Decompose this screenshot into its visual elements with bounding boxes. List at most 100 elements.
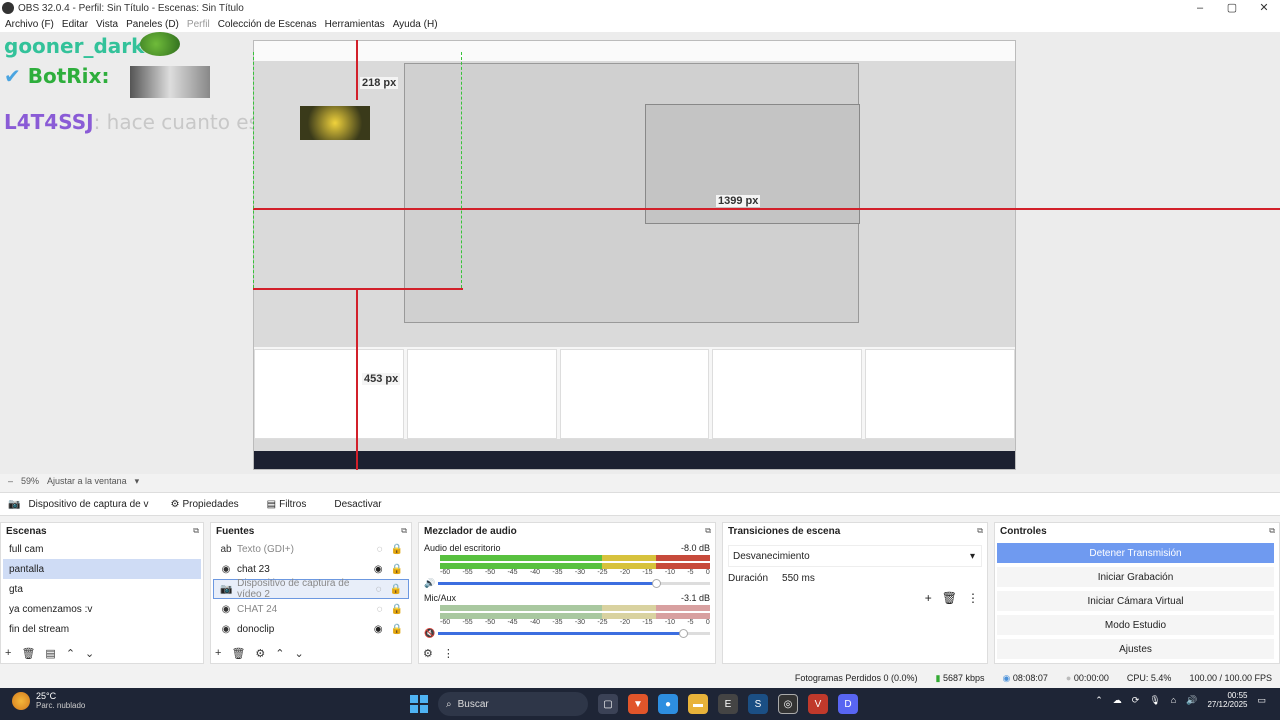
- remove-scene-icon[interactable]: 🗑: [21, 647, 35, 660]
- source-item[interactable]: ◉ chat 23 ◉ 🔒: [213, 559, 409, 579]
- zoom-dropdown-icon[interactable]: ▾: [135, 476, 140, 487]
- eye-icon[interactable]: ◉: [374, 564, 383, 575]
- lock-icon[interactable]: 🔒: [391, 624, 403, 635]
- scene-item[interactable]: fin del stream: [3, 619, 201, 639]
- lock-icon[interactable]: 🔒: [391, 544, 403, 555]
- chrome-icon[interactable]: ●: [658, 694, 678, 714]
- move-down-icon[interactable]: ⌄: [85, 647, 94, 660]
- add-scene-icon[interactable]: +: [5, 647, 11, 660]
- volume-slider[interactable]: [438, 629, 710, 638]
- studio-mode-button[interactable]: Modo Estudio: [997, 615, 1274, 635]
- px-label-top: 218 px: [360, 77, 399, 89]
- browser-icon: ◉: [221, 563, 231, 575]
- move-up-icon[interactable]: ⌃: [275, 647, 284, 660]
- brave-icon[interactable]: ▼: [628, 694, 648, 714]
- discord-icon[interactable]: D: [838, 694, 858, 714]
- source-item[interactable]: ab Texto (GDI+) ◌ 🔒: [213, 539, 409, 559]
- epic-games-icon[interactable]: E: [718, 694, 738, 714]
- notification-icon[interactable]: ▭: [1257, 695, 1266, 706]
- zoom-fit[interactable]: Ajustar a la ventana: [47, 476, 127, 486]
- source-properties-icon[interactable]: ⚙: [255, 647, 265, 660]
- source-item[interactable]: ◉ CHAT 24 ◌ 🔒: [213, 599, 409, 619]
- menu-bar: Archivo (F) Editar Vista Paneles (D) Per…: [0, 16, 1280, 32]
- windows-start-icon[interactable]: [410, 695, 428, 713]
- remove-transition-icon[interactable]: 🗑: [942, 591, 957, 605]
- scene-item[interactable]: full cam: [3, 539, 201, 559]
- advanced-audio-icon[interactable]: ⚙: [423, 647, 433, 660]
- start-recording-button[interactable]: Iniciar Grabación: [997, 567, 1274, 587]
- network-icon[interactable]: ⌂: [1171, 695, 1176, 705]
- taskbar-search[interactable]: ⌕ Buscar: [438, 692, 588, 716]
- status-bar: Fotogramas Perdidos 0 (0.0%) ▮ 5687 kbps…: [0, 668, 1280, 688]
- menu-profile[interactable]: Perfil: [187, 19, 210, 30]
- valorant-icon[interactable]: V: [808, 694, 828, 714]
- properties-button[interactable]: ⚙ Propiedades: [163, 496, 247, 513]
- undock-icon[interactable]: ⧉: [401, 526, 407, 536]
- task-view-icon[interactable]: ▢: [598, 694, 618, 714]
- lock-icon[interactable]: 🔒: [391, 604, 403, 615]
- cloud-icon[interactable]: ☁: [1113, 695, 1122, 706]
- muted-speaker-icon[interactable]: 🔇: [424, 628, 438, 639]
- source-item[interactable]: ◉ donoclip ◉ 🔒: [213, 619, 409, 639]
- scene-item[interactable]: pantalla: [3, 559, 201, 579]
- steam-icon[interactable]: S: [748, 694, 768, 714]
- obs-icon[interactable]: ◎: [778, 694, 798, 714]
- window-controls: – ▢ ✕: [1184, 0, 1280, 16]
- system-tray: ⌃ ☁ ⟳ 🎙 ⌂ 🔊 00:55 27/12/2025 ▭: [1095, 691, 1266, 709]
- minion-image: [300, 106, 370, 140]
- lock-icon[interactable]: 🔒: [390, 584, 402, 595]
- undock-icon[interactable]: ⧉: [193, 526, 199, 536]
- add-transition-icon[interactable]: +: [925, 591, 932, 605]
- chevron-up-icon[interactable]: ⌃: [1095, 695, 1103, 706]
- minimize-button[interactable]: –: [1184, 0, 1216, 16]
- folder-icon[interactable]: ▬: [688, 694, 708, 714]
- lock-icon[interactable]: 🔒: [391, 564, 403, 575]
- menu-docks[interactable]: Paneles (D): [126, 19, 179, 30]
- zoom-value[interactable]: 59%: [21, 476, 39, 486]
- mixer-channel-mic: Mic/Aux -3.1 dB -60 -55 -50 -45 -40 -35 -30 -25-…: [419, 593, 715, 639]
- scene-item[interactable]: gta: [3, 579, 201, 599]
- eye-hidden-icon[interactable]: ◌: [377, 604, 383, 615]
- move-down-icon[interactable]: ⌄: [295, 647, 304, 660]
- menu-dots-icon[interactable]: ⋮: [967, 591, 979, 605]
- transition-select[interactable]: Desvanecimiento ▾: [728, 545, 982, 567]
- virtual-camera-button[interactable]: Iniciar Cámara Virtual⚙: [997, 591, 1274, 611]
- preview-canvas[interactable]: gooner_dark: ✔ BotRix: L4T4SSJ: hace cua…: [0, 32, 1280, 474]
- volume-icon[interactable]: 🔊: [1186, 695, 1197, 706]
- frog-emote-image: [140, 32, 180, 56]
- menu-file[interactable]: Archivo (F): [5, 19, 54, 30]
- duration-input[interactable]: 550 ms: [782, 573, 815, 584]
- undock-icon[interactable]: ⧉: [705, 526, 711, 536]
- filters-button[interactable]: ▤ Filtros: [259, 496, 315, 513]
- weather-widget[interactable]: 25°C Parc. nublado: [12, 691, 85, 710]
- add-source-icon[interactable]: +: [215, 647, 221, 660]
- mic-icon[interactable]: 🎙: [1149, 695, 1160, 706]
- move-up-icon[interactable]: ⌃: [66, 647, 75, 660]
- remove-source-icon[interactable]: 🗑: [231, 647, 245, 660]
- settings-button[interactable]: Ajustes: [997, 639, 1274, 659]
- close-button[interactable]: ✕: [1248, 0, 1280, 16]
- stop-stream-button[interactable]: Detener Transmisión: [997, 543, 1274, 563]
- undock-icon[interactable]: ⧉: [1269, 526, 1275, 536]
- menu-dots-icon[interactable]: ⋮: [443, 647, 454, 660]
- deactivate-button[interactable]: Desactivar: [326, 496, 389, 513]
- menu-view[interactable]: Vista: [96, 19, 118, 30]
- fps: 100.00 / 100.00 FPS: [1189, 673, 1272, 683]
- volume-slider[interactable]: [438, 579, 710, 588]
- source-item[interactable]: 📷 Dispositivo de captura de vídeo 2 ◌ 🔒: [213, 578, 409, 600]
- speaker-icon[interactable]: 🔊: [424, 578, 438, 589]
- meter-ticks: -60 -55 -50 -45 -40 -35 -30 -25 -20 -15 -10 -5 0: [440, 569, 710, 576]
- sync-icon[interactable]: ⟳: [1132, 695, 1140, 706]
- scene-filters-icon[interactable]: ▤: [45, 647, 55, 660]
- clock[interactable]: 00:55 27/12/2025: [1207, 691, 1247, 709]
- eye-hidden-icon[interactable]: ◌: [377, 544, 383, 555]
- menu-edit[interactable]: Editar: [62, 19, 88, 30]
- menu-help[interactable]: Ayuda (H): [393, 19, 438, 30]
- undock-icon[interactable]: ⧉: [977, 526, 983, 536]
- maximize-button[interactable]: ▢: [1216, 0, 1248, 16]
- menu-tools[interactable]: Herramientas: [325, 19, 385, 30]
- menu-scene-collection[interactable]: Colección de Escenas: [218, 19, 317, 30]
- scene-item[interactable]: ya comenzamos :v: [3, 599, 201, 619]
- eye-hidden-icon[interactable]: ◌: [376, 584, 382, 595]
- eye-icon[interactable]: ◉: [374, 624, 383, 635]
